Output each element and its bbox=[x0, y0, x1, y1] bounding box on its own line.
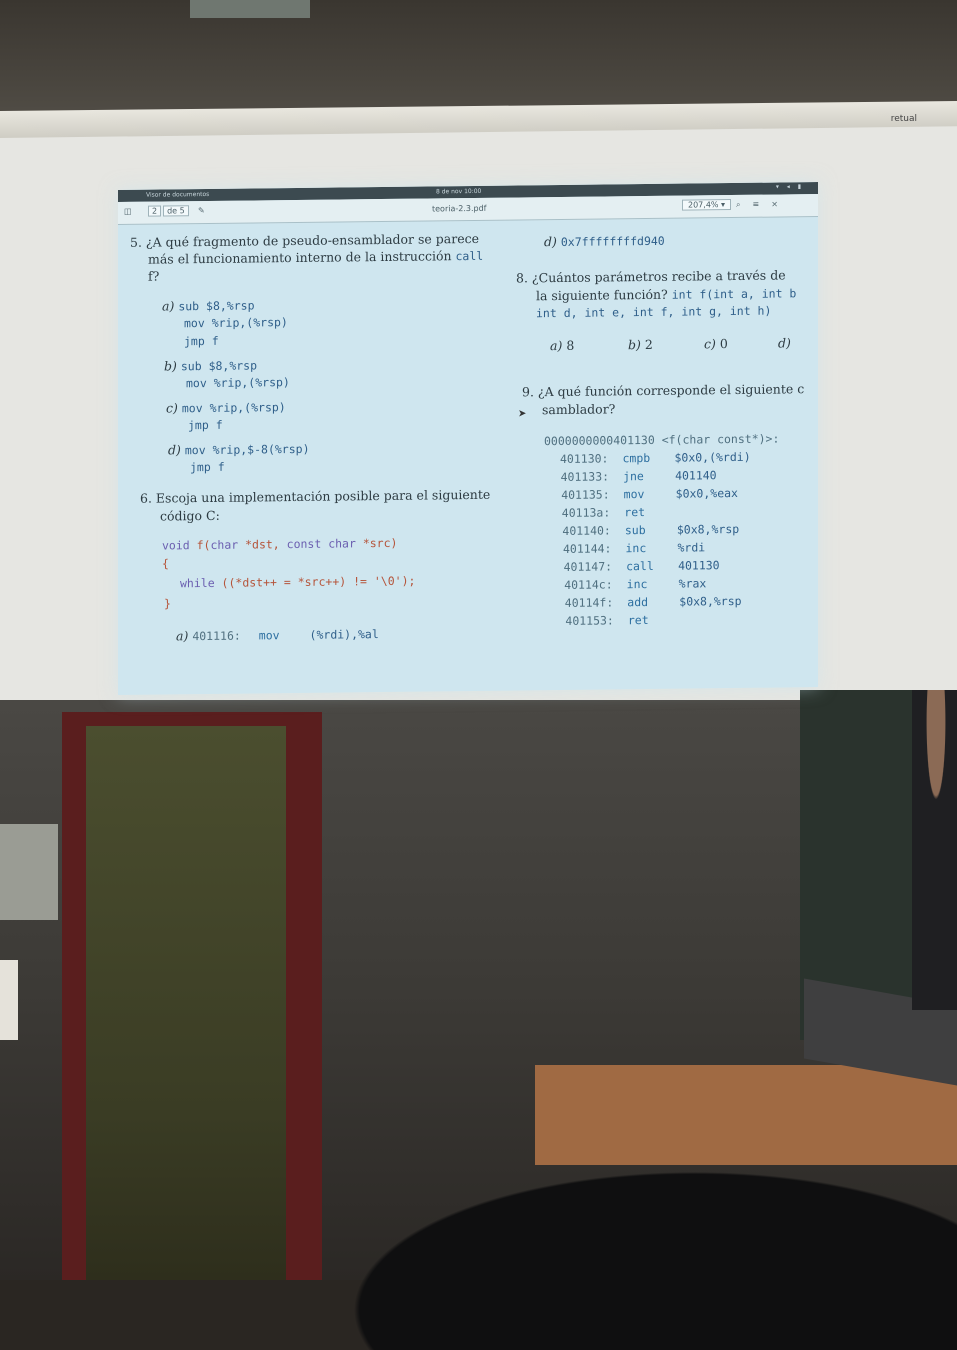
pdf-page: 5. ¿A qué fragmento de pseudo-ensamblado… bbox=[118, 217, 818, 695]
menu-icon[interactable]: ≡ bbox=[752, 200, 771, 209]
foreground-head-silhouette bbox=[300, 1150, 957, 1350]
asm-row: 401147: call 401130 bbox=[564, 558, 720, 574]
sidebar-icon[interactable]: ◫ bbox=[124, 207, 132, 216]
asm-operands: 401130 bbox=[678, 558, 720, 573]
asm-opcode: mov bbox=[623, 487, 645, 502]
page-input[interactable]: 2 bbox=[148, 205, 162, 217]
q8-option-d: d) bbox=[778, 335, 791, 351]
asm-row: 40114f: add $0x8,%rsp bbox=[565, 594, 742, 610]
asm-opcode: jne bbox=[623, 469, 644, 484]
asm-address: 401140: bbox=[562, 523, 611, 538]
asm-row: 401130: cmpb $0x0,(%rdi) bbox=[560, 450, 751, 466]
q6-code-while: while ((*dst++ = *src++) != '\0'); bbox=[180, 573, 416, 591]
asm-opcode: ret bbox=[627, 612, 649, 628]
asm-address: 401153: bbox=[565, 613, 614, 628]
q7-option-d: d) 0x7ffffffffd940 bbox=[544, 233, 665, 250]
system-tray-icons[interactable]: ▾ ◂ ▮ bbox=[776, 183, 804, 190]
q8-option-c: c) 0 bbox=[704, 336, 728, 352]
electrical-panel bbox=[0, 824, 58, 920]
q5-option-c: c) mov %rip,(%rsp) bbox=[166, 400, 286, 416]
q5-option-a: a) sub $8,%rsp bbox=[162, 298, 255, 314]
asm-operands: %rax bbox=[678, 576, 707, 591]
q6-code-close-brace: } bbox=[164, 596, 171, 611]
asm-address: 401133: bbox=[560, 469, 610, 484]
q6-line2: código C: bbox=[160, 507, 220, 524]
lecturer bbox=[912, 690, 957, 1010]
document-filename: teoria-2.3.pdf bbox=[432, 203, 487, 214]
q5-line3: f? bbox=[148, 268, 160, 284]
asm-row: 40113a: ret bbox=[562, 505, 676, 520]
q5-option-b: b) sub $8,%rsp bbox=[164, 358, 258, 374]
asm-opcode: add bbox=[627, 594, 649, 610]
q9-function-header: 0000000000401130 <f(char const*)>: bbox=[544, 431, 780, 449]
q6-line1: 6. Escoja una implementación posible par… bbox=[140, 486, 491, 506]
asm-address: 401130: bbox=[560, 451, 609, 466]
asm-address: 401135: bbox=[561, 487, 610, 502]
q5-option-d: d) mov %rip,$-8(%rsp) bbox=[168, 441, 310, 458]
q8-option-b: b) 2 bbox=[628, 336, 653, 353]
asm-operands: $0x0,%eax bbox=[675, 485, 738, 501]
asm-address: 40114f: bbox=[564, 595, 614, 610]
search-icon[interactable]: ⌕ bbox=[736, 200, 752, 209]
asm-operands: $0x8,%rsp bbox=[679, 593, 742, 609]
projected-document-viewer: Visor de documentos 8 de nov 10:00 ▾ ◂ ▮… bbox=[118, 182, 818, 695]
door bbox=[62, 712, 322, 1280]
asm-row: 401153: ret bbox=[565, 613, 679, 628]
asm-address: 401144: bbox=[563, 541, 612, 556]
asm-row: 401133: jne 401140 bbox=[561, 468, 717, 484]
q6-option-a: a) 401116: mov (%rdi),%al bbox=[176, 627, 379, 644]
asm-opcode: sub bbox=[624, 523, 646, 538]
app-name: Visor de documentos bbox=[146, 190, 210, 199]
q5-option-a-line2: mov %rip,(%rsp) bbox=[184, 315, 288, 331]
q9-line1: 9. ¿A qué función corresponde el siguien… bbox=[522, 381, 805, 400]
toolbar-actions: ⌕≡× bbox=[736, 199, 790, 210]
zoom-dropdown[interactable]: 207,4% ▾ bbox=[682, 199, 732, 211]
page-total: de 5 bbox=[163, 205, 189, 217]
asm-row: 401135: mov $0x0,%eax bbox=[561, 486, 738, 502]
q6-code-open-brace: { bbox=[162, 556, 169, 571]
asm-address: 401147: bbox=[563, 559, 613, 574]
q6-code-signature: void f(char *dst, const char *src) bbox=[162, 535, 398, 553]
q5-option-a-line3: jmp f bbox=[184, 333, 219, 349]
mouse-cursor-icon: ➤ bbox=[518, 408, 527, 420]
asm-row: 40114c: inc %rax bbox=[564, 576, 706, 592]
q9-line2: samblador? bbox=[542, 401, 616, 418]
page-selector[interactable]: 2 de 5 bbox=[148, 205, 191, 217]
asm-opcode: inc bbox=[625, 541, 647, 556]
asm-row: 401140: sub $0x8,%rsp bbox=[562, 522, 739, 538]
q8-line2: la siguiente función? int f(int a, int b bbox=[536, 286, 797, 304]
asm-operands: $0x8,%rsp bbox=[676, 521, 740, 537]
asm-operands: %rdi bbox=[677, 540, 706, 555]
q5-option-b-line2: mov %rip,(%rsp) bbox=[186, 375, 290, 391]
door-panel bbox=[86, 726, 286, 1280]
asm-opcode: cmpb bbox=[622, 450, 651, 466]
projector-brand: retual bbox=[890, 114, 917, 124]
pen-icon[interactable]: ✎ bbox=[198, 206, 205, 215]
q8-line3: int d, int e, int f, int g, int h) bbox=[536, 303, 772, 321]
asm-operands: $0x0,(%rdi) bbox=[674, 449, 751, 465]
q5-line1: 5. ¿A qué fragmento de pseudo-ensamblado… bbox=[130, 230, 480, 250]
q8-line1: 8. ¿Cuántos parámetros recibe a través d… bbox=[516, 267, 786, 286]
q8-option-a: a) 8 bbox=[550, 337, 575, 354]
asm-address: 40113a: bbox=[561, 505, 611, 520]
q5-line2: más el funcionamiento interno de la inst… bbox=[148, 248, 484, 267]
asm-opcode: ret bbox=[624, 505, 646, 520]
asm-row: 401144: inc %rdi bbox=[563, 540, 705, 556]
wall-poster bbox=[0, 960, 18, 1040]
asm-address: 40114c: bbox=[564, 577, 613, 592]
close-icon[interactable]: × bbox=[771, 199, 790, 208]
q5-option-c-line2: jmp f bbox=[188, 417, 223, 433]
asm-operands: 401140 bbox=[675, 468, 717, 483]
asm-opcode: call bbox=[626, 558, 654, 574]
ceiling-light bbox=[190, 0, 310, 18]
q5-option-d-line2: jmp f bbox=[190, 459, 225, 475]
asm-opcode: inc bbox=[626, 576, 648, 592]
clock: 8 de nov 10:00 bbox=[436, 187, 482, 196]
